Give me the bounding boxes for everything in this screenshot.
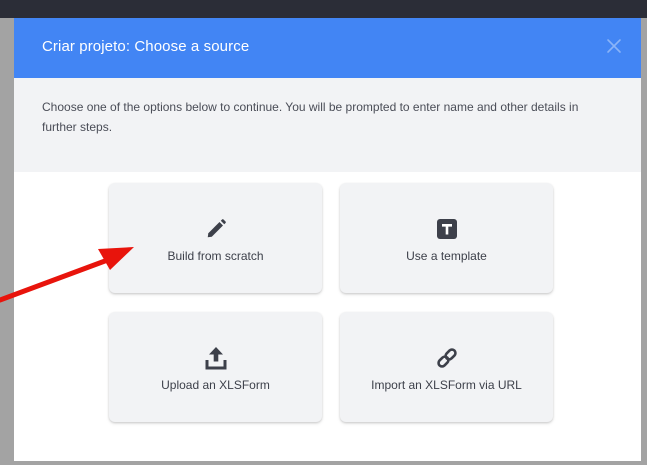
import-xlsform-url-button[interactable]: Import an XLSForm via URL <box>340 312 553 422</box>
upload-icon <box>205 347 226 370</box>
info-bar: Choose one of the options below to conti… <box>14 78 641 172</box>
modal-header: Criar projeto: Choose a source <box>14 18 641 78</box>
template-icon <box>436 219 457 239</box>
pencil-icon <box>207 219 226 238</box>
import-xlsform-url-label: Import an XLSForm via URL <box>371 378 522 392</box>
close-icon[interactable] <box>604 36 624 56</box>
background-app-bar <box>0 0 647 18</box>
build-from-scratch-button[interactable]: Build from scratch <box>109 183 322 293</box>
use-template-button[interactable]: Use a template <box>340 183 553 293</box>
use-template-label: Use a template <box>406 249 487 263</box>
instructions-text: Choose one of the options below to conti… <box>42 100 579 134</box>
overlay-backdrop-left <box>0 18 14 465</box>
overlay-backdrop-right <box>641 18 647 465</box>
modal-title: Criar projeto: Choose a source <box>42 38 250 55</box>
choose-source-modal: Criar projeto: Choose a source Choose on… <box>14 18 641 461</box>
upload-xlsform-button[interactable]: Upload an XLSForm <box>109 312 322 422</box>
build-from-scratch-label: Build from scratch <box>167 249 264 263</box>
overlay-backdrop-bottom <box>14 461 641 465</box>
upload-xlsform-label: Upload an XLSForm <box>161 378 270 392</box>
link-icon <box>436 348 457 368</box>
